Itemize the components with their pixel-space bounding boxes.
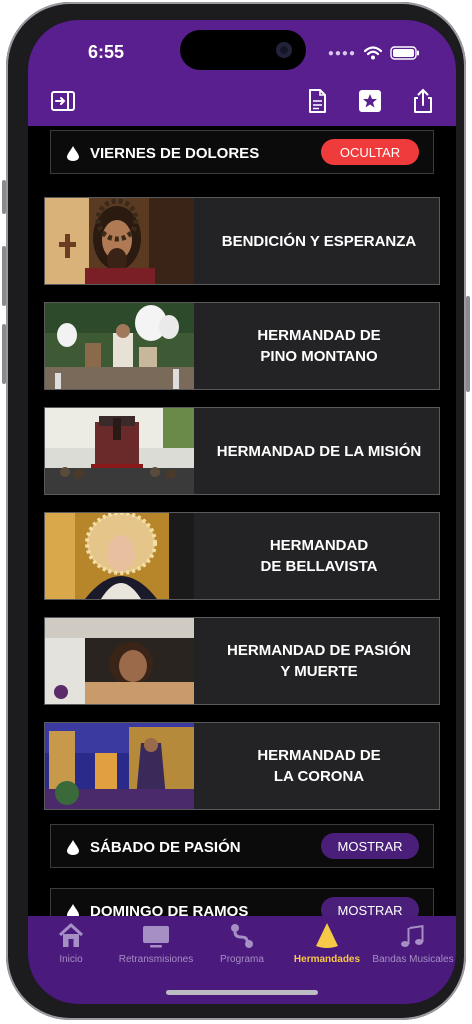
tab-inicio[interactable]: Inicio — [28, 922, 114, 978]
status-icons: ●●●● — [328, 46, 420, 60]
hermandad-card[interactable]: HERMANDAD DE BELLAVISTA — [44, 512, 440, 600]
hermandad-name: HERMANDAD DE PINO MONTANO — [257, 327, 381, 365]
route-icon — [231, 924, 253, 948]
section-title: VIERNES DE DOLORES — [90, 145, 260, 162]
hermandad-image — [45, 513, 194, 599]
camera-icon — [276, 42, 292, 58]
hermandad-image — [45, 723, 194, 809]
hermandad-card[interactable]: HERMANDAD DE PASIÓN Y MUERTE — [44, 617, 440, 705]
mostrar-button[interactable]: MOSTRAR — [321, 833, 419, 859]
hermandad-image — [45, 408, 194, 494]
section-title: DOMINGO DE RAMOS — [90, 903, 249, 916]
section-header-domingo-de-ramos: DOMINGO DE RAMOS MOSTRAR — [50, 888, 434, 916]
hermandad-name: BENDICIÓN Y ESPERANZA — [221, 232, 417, 250]
dynamic-island — [180, 30, 306, 70]
tab-programa[interactable]: Programa — [199, 922, 285, 978]
tv-icon — [143, 926, 169, 948]
star-square-icon[interactable] — [357, 88, 383, 114]
screen: 6:55 ●●●● VIERNES DE DOLORES OCULTAR BEN… — [28, 20, 456, 1004]
hermandad-name: HERMANDAD DE LA MISIÓN — [216, 442, 422, 460]
hermandad-name: HERMANDAD DE LA CORONA — [257, 747, 381, 785]
hermandades-list[interactable]: VIERNES DE DOLORES OCULTAR BENDICIÓN Y E… — [28, 126, 456, 916]
tab-label: Inicio — [59, 954, 83, 965]
section-header-viernes-de-dolores: VIERNES DE DOLORES OCULTAR — [50, 130, 434, 174]
hermandad-image — [45, 303, 194, 389]
home-indicator[interactable] — [166, 990, 318, 995]
hermandad-image — [45, 618, 194, 704]
wifi-icon — [364, 46, 382, 60]
hermandad-card[interactable]: HERMANDAD DE LA MISIÓN — [44, 407, 440, 495]
status-time: 6:55 — [88, 42, 125, 62]
tab-bandas-musicales[interactable]: Bandas Musicales — [370, 922, 456, 978]
hermandad-name: HERMANDAD DE PASIÓN Y MUERTE — [227, 642, 411, 680]
hermandad-name: HERMANDAD DE BELLAVISTA — [260, 537, 378, 575]
mostrar-button[interactable]: MOSTRAR — [321, 897, 419, 916]
signal-dots-icon: ●●●● — [327, 47, 356, 59]
phone-frame: 6:55 ●●●● VIERNES DE DOLORES OCULTAR BEN… — [6, 2, 466, 1020]
capirote-icon — [67, 146, 79, 161]
hermandad-card[interactable]: BENDICIÓN Y ESPERANZA — [44, 197, 440, 285]
hermandad-card[interactable]: HERMANDAD DE LA CORONA — [44, 722, 440, 810]
tab-retransmisiones[interactable]: Retransmisiones — [113, 922, 199, 978]
hermandad-card[interactable]: HERMANDAD DE PINO MONTANO — [44, 302, 440, 390]
tab-label: Retransmisiones — [118, 954, 194, 965]
tab-label: Bandas Musicales — [372, 954, 454, 965]
capirote-icon — [316, 923, 338, 948]
tab-label: Hermandades — [293, 954, 361, 965]
section-header-sabado-de-pasion: SÁBADO DE PASIÓN MOSTRAR — [50, 824, 434, 868]
sidebar-toggle-icon[interactable] — [50, 88, 76, 114]
home-icon — [58, 923, 84, 947]
tab-label: Programa — [220, 954, 264, 965]
document-icon[interactable] — [304, 88, 330, 114]
tab-hermandades[interactable]: Hermandades — [284, 922, 370, 978]
battery-icon — [390, 46, 419, 60]
music-notes-icon — [401, 925, 424, 947]
ocultar-button[interactable]: OCULTAR — [321, 139, 419, 165]
section-title: SÁBADO DE PASIÓN — [90, 839, 241, 856]
power-button — [466, 296, 470, 392]
hermandad-image — [45, 198, 194, 284]
capirote-icon — [67, 904, 79, 916]
share-icon[interactable] — [410, 88, 436, 114]
toolbar — [28, 78, 456, 126]
capirote-icon — [67, 840, 79, 855]
